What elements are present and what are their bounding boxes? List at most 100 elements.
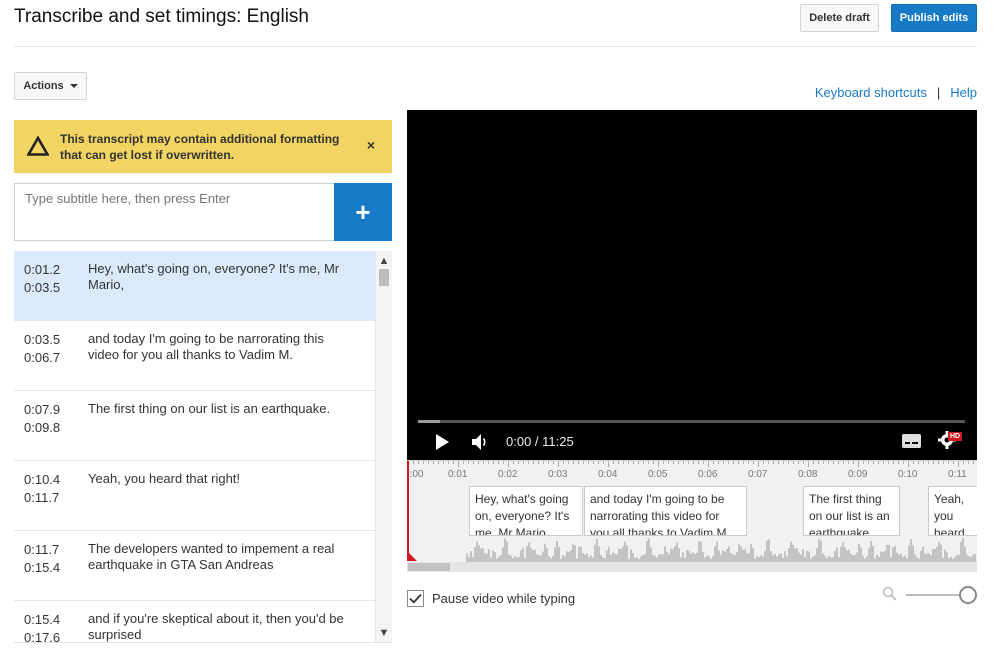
timeline-tick bbox=[743, 461, 744, 464]
cue-start-time[interactable]: 0:03.5 bbox=[24, 332, 60, 347]
keyboard-shortcuts-link[interactable]: Keyboard shortcuts bbox=[815, 85, 927, 100]
cue-end-time[interactable]: 0:09.8 bbox=[24, 420, 60, 435]
cue-end-time[interactable]: 0:15.4 bbox=[24, 560, 60, 575]
timeline-tick bbox=[798, 461, 799, 464]
timeline-tick bbox=[588, 461, 589, 464]
timeline-tick bbox=[763, 461, 764, 464]
cue-end-time[interactable]: 0:11.7 bbox=[24, 490, 59, 505]
timeline-tick bbox=[423, 461, 424, 464]
timeline-tick bbox=[813, 461, 814, 464]
timeline-tick bbox=[783, 461, 784, 464]
publish-edits-button[interactable]: Publish edits bbox=[891, 4, 977, 32]
volume-icon[interactable] bbox=[471, 433, 489, 451]
cue-end-time[interactable]: 0:06.7 bbox=[24, 350, 60, 365]
timeline-tick bbox=[523, 461, 524, 464]
timeline-tick bbox=[508, 461, 509, 467]
timeline-cue-box[interactable]: The first thing on our list is an earthq… bbox=[803, 486, 900, 536]
timeline-tick bbox=[543, 461, 544, 464]
timeline-tick bbox=[453, 461, 454, 464]
video-progress-bar[interactable] bbox=[418, 420, 965, 423]
timeline-tick bbox=[808, 461, 809, 467]
timeline-tick bbox=[768, 461, 769, 464]
play-icon[interactable] bbox=[434, 433, 450, 451]
cue-start-time[interactable]: 0:10.4 bbox=[24, 472, 60, 487]
timeline-scrollbar[interactable] bbox=[407, 562, 977, 572]
cue-text[interactable]: Hey, what's going on, everyone? It's me,… bbox=[88, 261, 358, 293]
timeline-tick-label: 0:01 bbox=[448, 469, 468, 480]
cue-text[interactable]: and if you're skeptical about it, then y… bbox=[88, 611, 358, 642]
cue-text[interactable]: Yeah, you heard that right! bbox=[88, 471, 358, 487]
timeline-tick-label: 0:00 bbox=[407, 469, 424, 480]
cue-start-time[interactable]: 0:11.7 bbox=[24, 542, 59, 557]
timeline-tick bbox=[463, 461, 464, 464]
timeline-tick bbox=[898, 461, 899, 464]
cue-start-time[interactable]: 0:01.2 bbox=[24, 262, 60, 277]
timeline-tick bbox=[483, 461, 484, 464]
timeline-cue-box[interactable]: Hey, what's going on, everyone? It's me,… bbox=[469, 486, 583, 536]
cue-row[interactable]: 0:15.4 0:17.6 and if you're skeptical ab… bbox=[14, 601, 375, 642]
timeline-scroll-thumb[interactable] bbox=[408, 563, 450, 571]
zoom-slider-knob[interactable] bbox=[959, 586, 977, 604]
list-scrollbar[interactable]: ▲ ▼ bbox=[375, 251, 392, 642]
timeline-tick bbox=[628, 461, 629, 464]
cue-text[interactable]: The first thing on our list is an earthq… bbox=[88, 401, 358, 417]
cue-text[interactable]: and today I'm going to be narrorating th… bbox=[88, 331, 358, 363]
timeline-tick-label: 0:06 bbox=[698, 469, 718, 480]
timeline-tick bbox=[598, 461, 599, 464]
playhead-marker[interactable] bbox=[407, 551, 417, 561]
subtitle-input[interactable] bbox=[15, 184, 334, 240]
pause-while-typing-option[interactable]: Pause video while typing bbox=[407, 590, 575, 607]
timeline-tick-label: 0:03 bbox=[548, 469, 568, 480]
timeline-tick bbox=[428, 461, 429, 464]
timeline-cue-box[interactable]: Yeah, you heard that right! bbox=[928, 486, 977, 536]
timeline-tick bbox=[603, 461, 604, 464]
timeline-tick bbox=[638, 461, 639, 464]
timeline-tick bbox=[733, 461, 734, 464]
cue-text[interactable]: The developers wanted to impement a real… bbox=[88, 541, 358, 573]
timeline-tick bbox=[418, 461, 419, 464]
pause-label: Pause video while typing bbox=[432, 591, 576, 606]
cue-row[interactable]: 0:01.2 0:03.5 Hey, what's going on, ever… bbox=[14, 251, 375, 321]
timeline-tick bbox=[963, 461, 964, 464]
timeline-tick bbox=[848, 461, 849, 464]
timeline-cue-box[interactable]: and today I'm going to be narrorating th… bbox=[584, 486, 747, 536]
close-icon[interactable]: × bbox=[367, 137, 375, 153]
timeline-tick bbox=[583, 461, 584, 464]
timeline-tick bbox=[803, 461, 804, 464]
delete-draft-button[interactable]: Delete draft bbox=[800, 4, 879, 32]
cue-end-time[interactable]: 0:17.6 bbox=[24, 630, 60, 642]
scroll-down-icon[interactable]: ▼ bbox=[376, 625, 392, 641]
timeline-tick bbox=[678, 461, 679, 464]
timeline-tick bbox=[723, 461, 724, 464]
cue-row[interactable]: 0:11.7 0:15.4 The developers wanted to i… bbox=[14, 531, 375, 601]
cue-start-time[interactable]: 0:15.4 bbox=[24, 612, 60, 627]
timeline-playhead[interactable] bbox=[407, 461, 409, 561]
cue-row[interactable]: 0:10.4 0:11.7 Yeah, you heard that right… bbox=[14, 461, 375, 531]
timeline-tick bbox=[893, 461, 894, 464]
cue-row[interactable]: 0:07.9 0:09.8 The first thing on our lis… bbox=[14, 391, 375, 461]
cue-start-time[interactable]: 0:07.9 bbox=[24, 402, 60, 417]
help-link[interactable]: Help bbox=[950, 85, 977, 100]
cue-row[interactable]: 0:03.5 0:06.7 and today I'm going to be … bbox=[14, 321, 375, 391]
scroll-thumb[interactable] bbox=[379, 269, 389, 286]
timeline-tick bbox=[758, 461, 759, 467]
timeline-tick bbox=[443, 461, 444, 464]
caption-timeline[interactable]: 0:00 0:01 0:02 0:03 0:04 0:05 0:06 0:07 0:08 0:09… bbox=[407, 460, 977, 572]
warning-text: This transcript may contain additional f… bbox=[60, 132, 340, 162]
timeline-tick bbox=[548, 461, 549, 464]
zoom-slider-track[interactable] bbox=[906, 594, 962, 596]
scroll-up-icon[interactable]: ▲ bbox=[376, 253, 392, 269]
pause-checkbox[interactable] bbox=[407, 590, 424, 607]
add-subtitle-button[interactable]: + bbox=[334, 183, 392, 241]
video-player[interactable]: 0:00 / 11:25 HD bbox=[407, 110, 977, 460]
timeline-tick bbox=[693, 461, 694, 464]
timeline-tick bbox=[703, 461, 704, 464]
caret-down-icon bbox=[69, 84, 78, 88]
actions-dropdown[interactable]: Actions bbox=[14, 72, 87, 100]
timeline-tick bbox=[698, 461, 699, 464]
timeline-tick bbox=[853, 461, 854, 464]
timeline-tick bbox=[568, 461, 569, 464]
captions-icon[interactable] bbox=[902, 434, 921, 448]
timeline-tick bbox=[648, 461, 649, 464]
cue-end-time[interactable]: 0:03.5 bbox=[24, 280, 60, 295]
